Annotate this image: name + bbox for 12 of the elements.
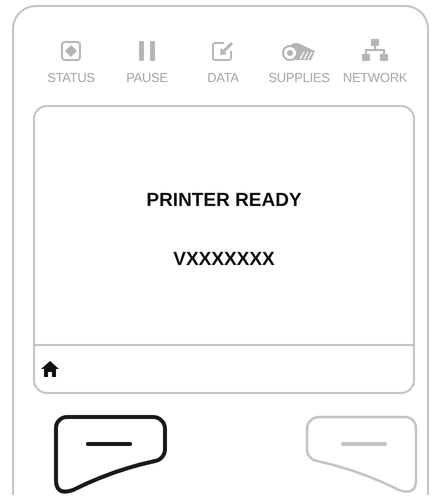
pause-icon [138, 41, 156, 61]
indicator-label: PAUSE [126, 70, 168, 85]
status-message: VXXXXXXX [173, 249, 275, 271]
home-icon[interactable] [41, 361, 59, 377]
indicator-label: NETWORK [342, 70, 408, 85]
network-icon [362, 39, 388, 61]
indicator-label: DATA [207, 70, 239, 85]
download-arrow-icon [212, 41, 234, 61]
status-message: PRINTER READY [146, 190, 302, 212]
media-roll-icon [282, 41, 316, 61]
indicator-label: STATUS [47, 70, 95, 85]
indicator-label: SUPPLIES [268, 70, 330, 85]
